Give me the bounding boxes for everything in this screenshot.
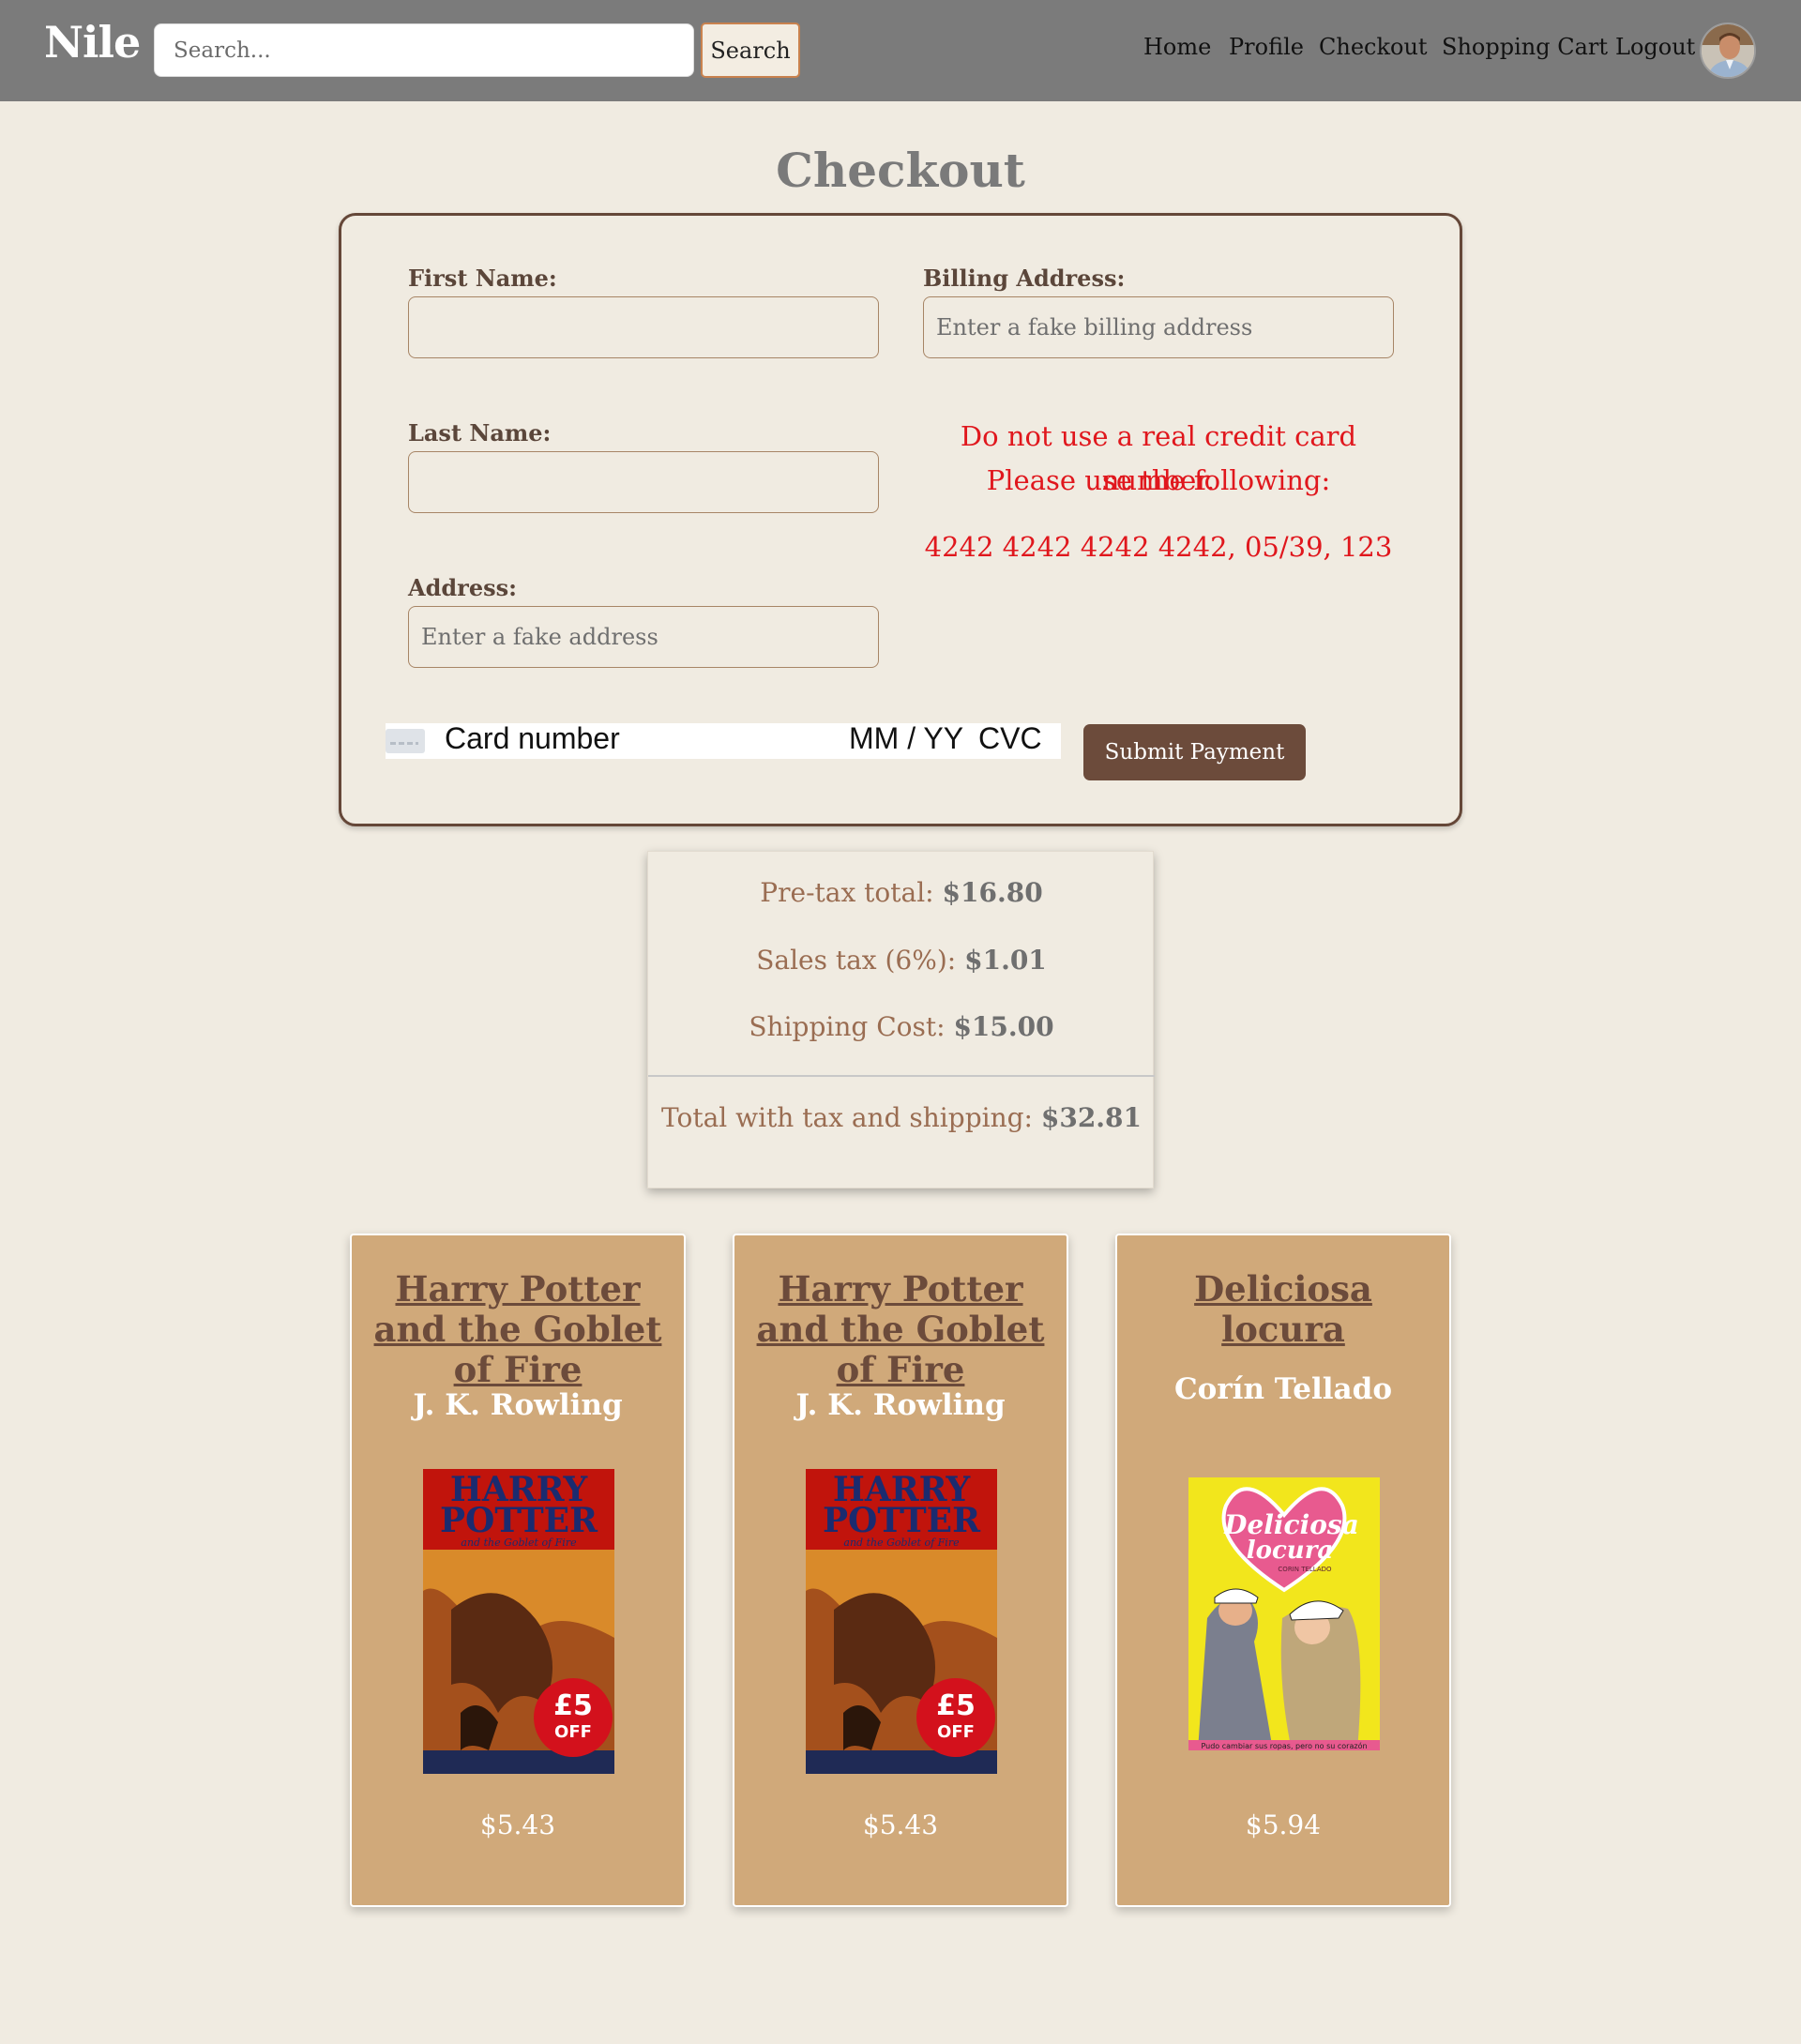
address-field[interactable] [408, 606, 879, 668]
svg-text:OFF: OFF [937, 1722, 975, 1742]
nav-link-profile[interactable]: Profile [1229, 34, 1304, 60]
shipping-cost: Shipping Cost: $15.00 [749, 1011, 1054, 1042]
avatar[interactable] [1700, 23, 1756, 79]
product-author: J. K. Rowling [795, 1388, 1006, 1422]
product-card: Deliciosa locura Corín Tellado Deliciosa… [1115, 1234, 1451, 1907]
deliciosa-locura-cover-image: Deliciosa locura CORIN TELLADO Pudo camb… [1188, 1477, 1380, 1750]
credit-card-icon [386, 729, 425, 753]
svg-text:Pudo cambiar sus ropas, pero n: Pudo cambiar sus ropas, pero no su coraz… [1201, 1741, 1367, 1750]
product-price: $5.43 [479, 1809, 556, 1840]
search-input[interactable] [154, 23, 694, 77]
grand-total: Total with tax and shipping: $32.81 [660, 1102, 1143, 1133]
product-price: $5.43 [862, 1809, 939, 1840]
svg-text:POTTER: POTTER [440, 1501, 598, 1540]
page-title: Checkout [776, 143, 1025, 198]
first-name-label: First Name: [408, 265, 557, 292]
pretax-total-value: $16.80 [942, 877, 1043, 908]
pretax-total: Pre-tax total: $16.80 [760, 877, 1043, 908]
submit-payment-button[interactable]: Submit Payment [1083, 724, 1306, 780]
billing-address-label: Billing Address: [923, 265, 1126, 292]
nav-link-checkout[interactable]: Checkout [1319, 34, 1428, 60]
nav-link-logout[interactable]: Logout [1615, 34, 1695, 60]
harry-potter-cover-image: HARRY POTTER and the Goblet of Fire £5 O… [423, 1469, 614, 1774]
billing-address-field[interactable] [923, 296, 1394, 358]
product-author: J. K. Rowling [413, 1388, 623, 1422]
product-price: $5.94 [1245, 1809, 1322, 1840]
svg-text:£5: £5 [936, 1689, 976, 1722]
first-name-field[interactable] [408, 296, 879, 358]
card-cvc-input[interactable]: CVC [978, 721, 1042, 756]
card-expiry-input[interactable]: MM / YY [849, 721, 963, 756]
order-totals-card: Pre-tax total: $16.80 Sales tax (6%): $1… [647, 851, 1155, 1189]
harry-potter-cover-image: HARRY POTTER and the Goblet of Fire £5 O… [806, 1469, 997, 1774]
svg-text:£5: £5 [553, 1689, 593, 1722]
svg-text:locura: locura [1247, 1537, 1334, 1565]
last-name-label: Last Name: [408, 419, 552, 447]
product-title-link[interactable]: Deliciosa locura [1127, 1269, 1440, 1350]
product-card: Harry Potter and the Goblet of Fire J. K… [350, 1234, 686, 1907]
sales-tax: Sales tax (6%): $1.01 [756, 945, 1047, 976]
svg-text:and the Goblet of Fire: and the Goblet of Fire [843, 1537, 960, 1549]
svg-text:POTTER: POTTER [823, 1501, 981, 1540]
test-card-info: 4242 4242 4242 4242, 05/39, 123 [924, 531, 1393, 563]
product-author: Corín Tellado [1173, 1372, 1392, 1406]
user-avatar-icon [1702, 24, 1754, 77]
product-title-link[interactable]: Harry Potter and the Goblet of Fire [361, 1269, 674, 1390]
svg-text:and the Goblet of Fire: and the Goblet of Fire [461, 1537, 577, 1549]
brand-logo[interactable]: Nile [44, 17, 141, 68]
nav-link-home[interactable]: Home [1143, 34, 1211, 60]
grand-total-value: $32.81 [1040, 1102, 1143, 1133]
svg-text:OFF: OFF [554, 1722, 592, 1742]
totals-divider [648, 1075, 1155, 1077]
product-card: Harry Potter and the Goblet of Fire J. K… [733, 1234, 1068, 1907]
card-input-field[interactable]: Card number MM / YY CVC [386, 721, 1061, 759]
navbar: Nile Search Home Profile Checkout Shoppi… [0, 0, 1801, 101]
address-label: Address: [408, 574, 517, 601]
warning-line-2: Please use the following: [986, 464, 1331, 496]
shipping-cost-value: $15.00 [953, 1011, 1054, 1042]
sales-tax-value: $1.01 [964, 945, 1047, 976]
product-title-link[interactable]: Harry Potter and the Goblet of Fire [744, 1269, 1057, 1390]
card-number-input[interactable]: Card number [445, 721, 620, 756]
search-button[interactable]: Search [701, 23, 800, 78]
nav-link-shopping-cart[interactable]: Shopping Cart [1442, 34, 1608, 60]
last-name-field[interactable] [408, 451, 879, 513]
svg-text:CORIN TELLADO: CORIN TELLADO [1278, 1566, 1332, 1573]
